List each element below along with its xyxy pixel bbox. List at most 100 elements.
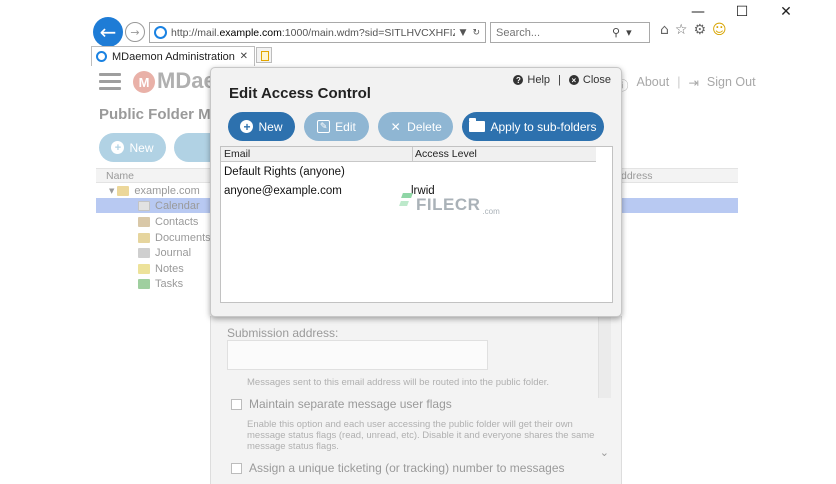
contacts-icon	[138, 216, 150, 227]
help-link[interactable]: Help	[527, 74, 550, 86]
new-button-label: New	[258, 119, 283, 134]
forward-button[interactable]: →	[125, 22, 145, 42]
user-flags-option[interactable]: Maintain separate message user flags	[231, 397, 452, 411]
tab-title: MDaemon Administration	[112, 50, 235, 63]
new-tab-button[interactable]	[256, 47, 272, 63]
tree-item-label: Journal	[155, 246, 192, 259]
bg-new-label: New	[129, 140, 154, 155]
column-header-access-level[interactable]: Access Level	[412, 147, 477, 162]
help-icon[interactable]: ?	[513, 75, 524, 85]
refresh-icon[interactable]: ↻	[472, 28, 480, 38]
page-title: Public Folder Ma	[99, 106, 220, 123]
tab-bar: MDaemon Administration ✕	[0, 46, 836, 66]
close-icon[interactable]: ×	[568, 75, 579, 85]
delete-button[interactable]: ✕ Delete	[378, 112, 453, 141]
signout-icon: ⇥	[688, 76, 699, 90]
about-link[interactable]: About	[637, 75, 670, 94]
new-button[interactable]: + New	[228, 112, 295, 141]
browser-toolbar: ⌂ ☆ ⚙ ☺	[660, 22, 727, 38]
search-icon[interactable]: ⚲	[612, 26, 620, 39]
window-controls: — ☐ ✕	[688, 4, 796, 20]
scroll-down-chevron-icon[interactable]: ⌄	[600, 446, 609, 459]
apply-button-label: Apply to sub-folders	[490, 119, 597, 134]
ticketing-checkbox[interactable]	[231, 462, 242, 474]
journal-icon	[138, 247, 150, 258]
submission-address-label: Submission address:	[227, 326, 339, 340]
folder-properties-panel: Submission address: Messages sent to thi…	[210, 316, 622, 484]
maximize-button[interactable]: ☐	[732, 4, 752, 20]
tab-close-icon[interactable]: ✕	[240, 51, 248, 62]
back-arrow-icon: ←	[99, 20, 117, 44]
table-row[interactable]: anyone@example.com lrwid	[221, 182, 613, 201]
hamburger-menu-icon[interactable]	[99, 73, 121, 91]
user-flags-checkbox[interactable]	[231, 398, 242, 410]
dialog-title: Edit Access Control	[229, 85, 371, 102]
url-domain: example.com	[219, 26, 282, 39]
calendar-icon	[138, 200, 150, 211]
table-row[interactable]: Default Rights (anyone)	[221, 163, 613, 182]
tasks-icon	[138, 278, 150, 289]
tab-ie-icon	[96, 51, 107, 62]
search-dropdown-icon[interactable]: ▾	[626, 26, 632, 39]
search-box[interactable]: ⚲ ▾	[490, 22, 650, 43]
delete-x-icon: ✕	[390, 119, 401, 134]
bg-edit-button[interactable]	[174, 133, 214, 162]
bg-new-button[interactable]: + New	[99, 133, 166, 162]
url-text[interactable]: http://mail.example.com:1000/main.wdm?si…	[171, 27, 455, 39]
url-suffix: :1000/main.wdm?sid=SITLHVCXHFIZXM	[281, 26, 455, 39]
row-email: anyone@example.com	[224, 185, 342, 197]
edit-access-control-dialog: Edit Access Control ? Help | × Close + N…	[210, 67, 622, 317]
favorites-star-icon[interactable]: ☆	[675, 22, 688, 38]
top-links: ⓘ About | ⇥ Sign Out	[616, 75, 756, 94]
user-flags-label: Maintain separate message user flags	[249, 397, 452, 411]
ticketing-option[interactable]: Assign a unique ticketing (or tracking) …	[231, 461, 565, 475]
home-icon[interactable]: ⌂	[660, 22, 669, 38]
documents-icon	[138, 232, 150, 243]
folder-icon	[117, 185, 130, 196]
row-email: Default Rights (anyone)	[224, 166, 345, 178]
browser-tab[interactable]: MDaemon Administration ✕	[91, 46, 255, 66]
tree-item-label: Calendar	[155, 199, 200, 212]
tree-item-label: Tasks	[155, 277, 184, 290]
access-control-grid: Email Access Level Default Rights (anyon…	[220, 146, 613, 303]
ticketing-label: Assign a unique ticketing (or tracking) …	[249, 461, 565, 475]
mdaemon-logo-icon: M	[133, 71, 155, 93]
row-access-level: lrwid	[411, 185, 435, 197]
panel-scrollbar[interactable]	[598, 316, 611, 398]
notes-icon	[138, 263, 150, 274]
tree-item-label: Notes	[155, 262, 184, 275]
ie-icon	[154, 26, 167, 39]
edit-pencil-icon: ✎	[317, 120, 331, 133]
dialog-header-links: ? Help | × Close	[513, 74, 611, 86]
close-window-button[interactable]: ✕	[776, 4, 796, 20]
settings-gear-icon[interactable]: ⚙	[693, 22, 706, 38]
edit-button[interactable]: ✎ Edit	[304, 112, 369, 141]
submission-address-input[interactable]	[227, 340, 488, 370]
dropdown-icon[interactable]: ▼	[460, 28, 467, 38]
back-button[interactable]: ←	[93, 17, 123, 47]
grid-header: Email Access Level	[221, 147, 596, 162]
expand-arrow-icon[interactable]: ▼	[109, 187, 114, 195]
submission-help-text: Messages sent to this email address will…	[247, 377, 550, 388]
close-link[interactable]: Close	[583, 74, 611, 86]
column-header-email[interactable]: Email	[224, 148, 250, 160]
header-separator: |	[558, 74, 561, 86]
link-separator: |	[677, 75, 681, 89]
plus-icon: +	[111, 141, 125, 154]
search-input[interactable]	[496, 26, 606, 39]
apply-to-subfolders-button[interactable]: Apply to sub-folders	[462, 112, 604, 141]
tree-header-name: Name	[106, 170, 135, 182]
tree-item-label: Documents	[155, 231, 211, 244]
tree-root-label: example.com	[134, 184, 200, 197]
user-flags-help-text: Enable this option and each user accessi…	[247, 419, 595, 452]
address-bar[interactable]: http://mail.example.com:1000/main.wdm?si…	[149, 22, 486, 43]
tree-header-address: ddress	[621, 170, 653, 182]
feedback-smiley-icon[interactable]: ☺	[712, 22, 727, 38]
url-prefix: http://mail.	[171, 26, 220, 39]
minimize-button[interactable]: —	[688, 4, 708, 20]
signout-link[interactable]: Sign Out	[707, 75, 756, 94]
plus-circle-icon: +	[240, 120, 254, 133]
app-logo-text: MDae	[157, 68, 216, 93]
folder-open-icon	[469, 118, 486, 132]
forward-arrow-icon: →	[130, 25, 140, 39]
